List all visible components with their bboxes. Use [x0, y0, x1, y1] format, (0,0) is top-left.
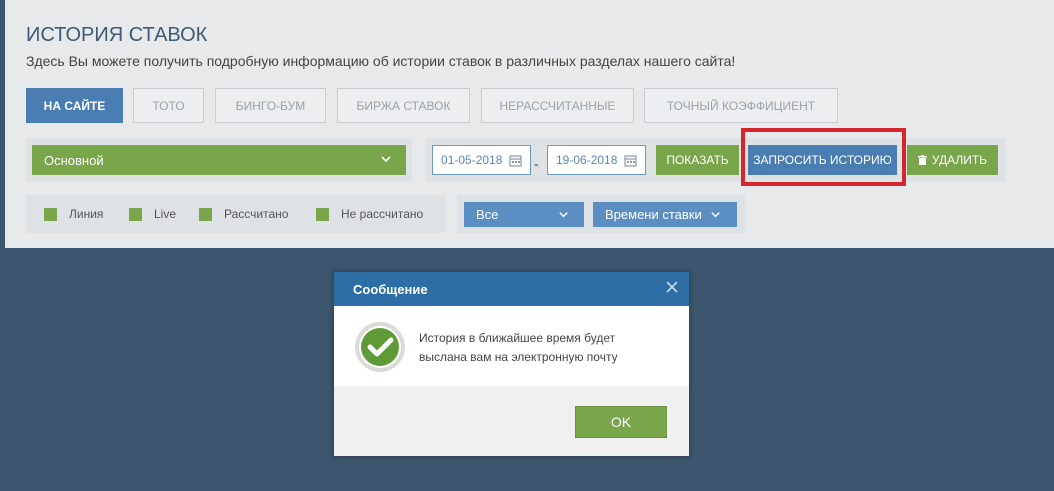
date-from-value: 01-05-2018: [441, 153, 503, 167]
dialog-body: История в ближайшее время будет выслана …: [334, 306, 689, 386]
delete-button[interactable]: УДАЛИТЬ: [907, 145, 998, 175]
status-select-value: Все: [476, 207, 499, 222]
checkbox-unsettled[interactable]: Не рассчитано: [316, 207, 423, 221]
sort-select-value: Времени ставки: [605, 207, 702, 222]
tab-toto[interactable]: ТОТО: [133, 88, 204, 123]
dialog-title: Сообщение: [353, 281, 428, 297]
date-range-separator: -: [534, 156, 539, 172]
checkbox-label: Live: [154, 207, 177, 221]
message-dialog: Сообщение История в ближайшее время буде…: [334, 272, 689, 456]
highlight-frame: [741, 128, 906, 186]
chevron-down-icon: [559, 212, 568, 218]
checkbox-square[interactable]: [199, 207, 212, 221]
calendar-icon: [624, 155, 637, 167]
checkbox-line[interactable]: Линия: [44, 207, 103, 221]
account-select-value: Основной: [44, 152, 104, 168]
status-select[interactable]: Все: [464, 202, 584, 227]
calendar-icon: [509, 155, 522, 167]
tab-exact-odds[interactable]: ТОЧНЫЙ КОЭФФИЦИЕНТ: [644, 88, 838, 123]
checkbox-label: Рассчитано: [224, 207, 289, 221]
checkbox-square[interactable]: [129, 207, 142, 221]
checkbox-settled[interactable]: Рассчитано: [199, 207, 288, 221]
account-select[interactable]: Основной: [32, 145, 406, 175]
checkbox-label: Линия: [69, 207, 104, 221]
page-title: ИСТОРИЯ СТАВОК: [26, 24, 208, 46]
ok-button[interactable]: OK: [575, 406, 667, 438]
tab-on-site[interactable]: НА САЙТЕ: [26, 88, 123, 123]
date-from-input[interactable]: 01-05-2018: [432, 145, 531, 175]
dialog-message-line: История в ближайшее время будет: [419, 331, 616, 345]
checkbox-live[interactable]: Live: [129, 207, 176, 221]
page-subtitle: Здесь Вы можете получить подробную инфор…: [26, 53, 736, 69]
dialog-header: Сообщение: [334, 272, 689, 306]
chevron-down-icon: [711, 212, 720, 218]
trash-icon: [917, 155, 927, 165]
tab-unsettled[interactable]: НЕРАССЧИТАННЫЕ: [481, 88, 634, 123]
close-icon[interactable]: [665, 280, 679, 294]
tab-bet-exchange[interactable]: БИРЖА СТАВОК: [337, 88, 470, 123]
tab-bingo-boom[interactable]: БИНГО-БУМ: [215, 88, 326, 123]
checkbox-square[interactable]: [44, 207, 57, 221]
dialog-message-line: выслана вам на электронную почту: [419, 350, 618, 364]
sort-select[interactable]: Времени ставки: [593, 202, 737, 227]
checkbox-label: Не рассчитано: [341, 207, 424, 221]
date-to-value: 19-06-2018: [556, 153, 618, 167]
dialog-message: История в ближайшее время будет выслана …: [419, 329, 659, 367]
delete-button-label: УДАЛИТЬ: [931, 153, 988, 167]
show-button[interactable]: ПОКАЗАТЬ: [656, 145, 739, 175]
success-check-icon: [355, 322, 405, 372]
checkbox-square[interactable]: [316, 207, 329, 221]
chevron-down-icon: [381, 156, 391, 163]
date-to-input[interactable]: 19-06-2018: [547, 145, 646, 175]
